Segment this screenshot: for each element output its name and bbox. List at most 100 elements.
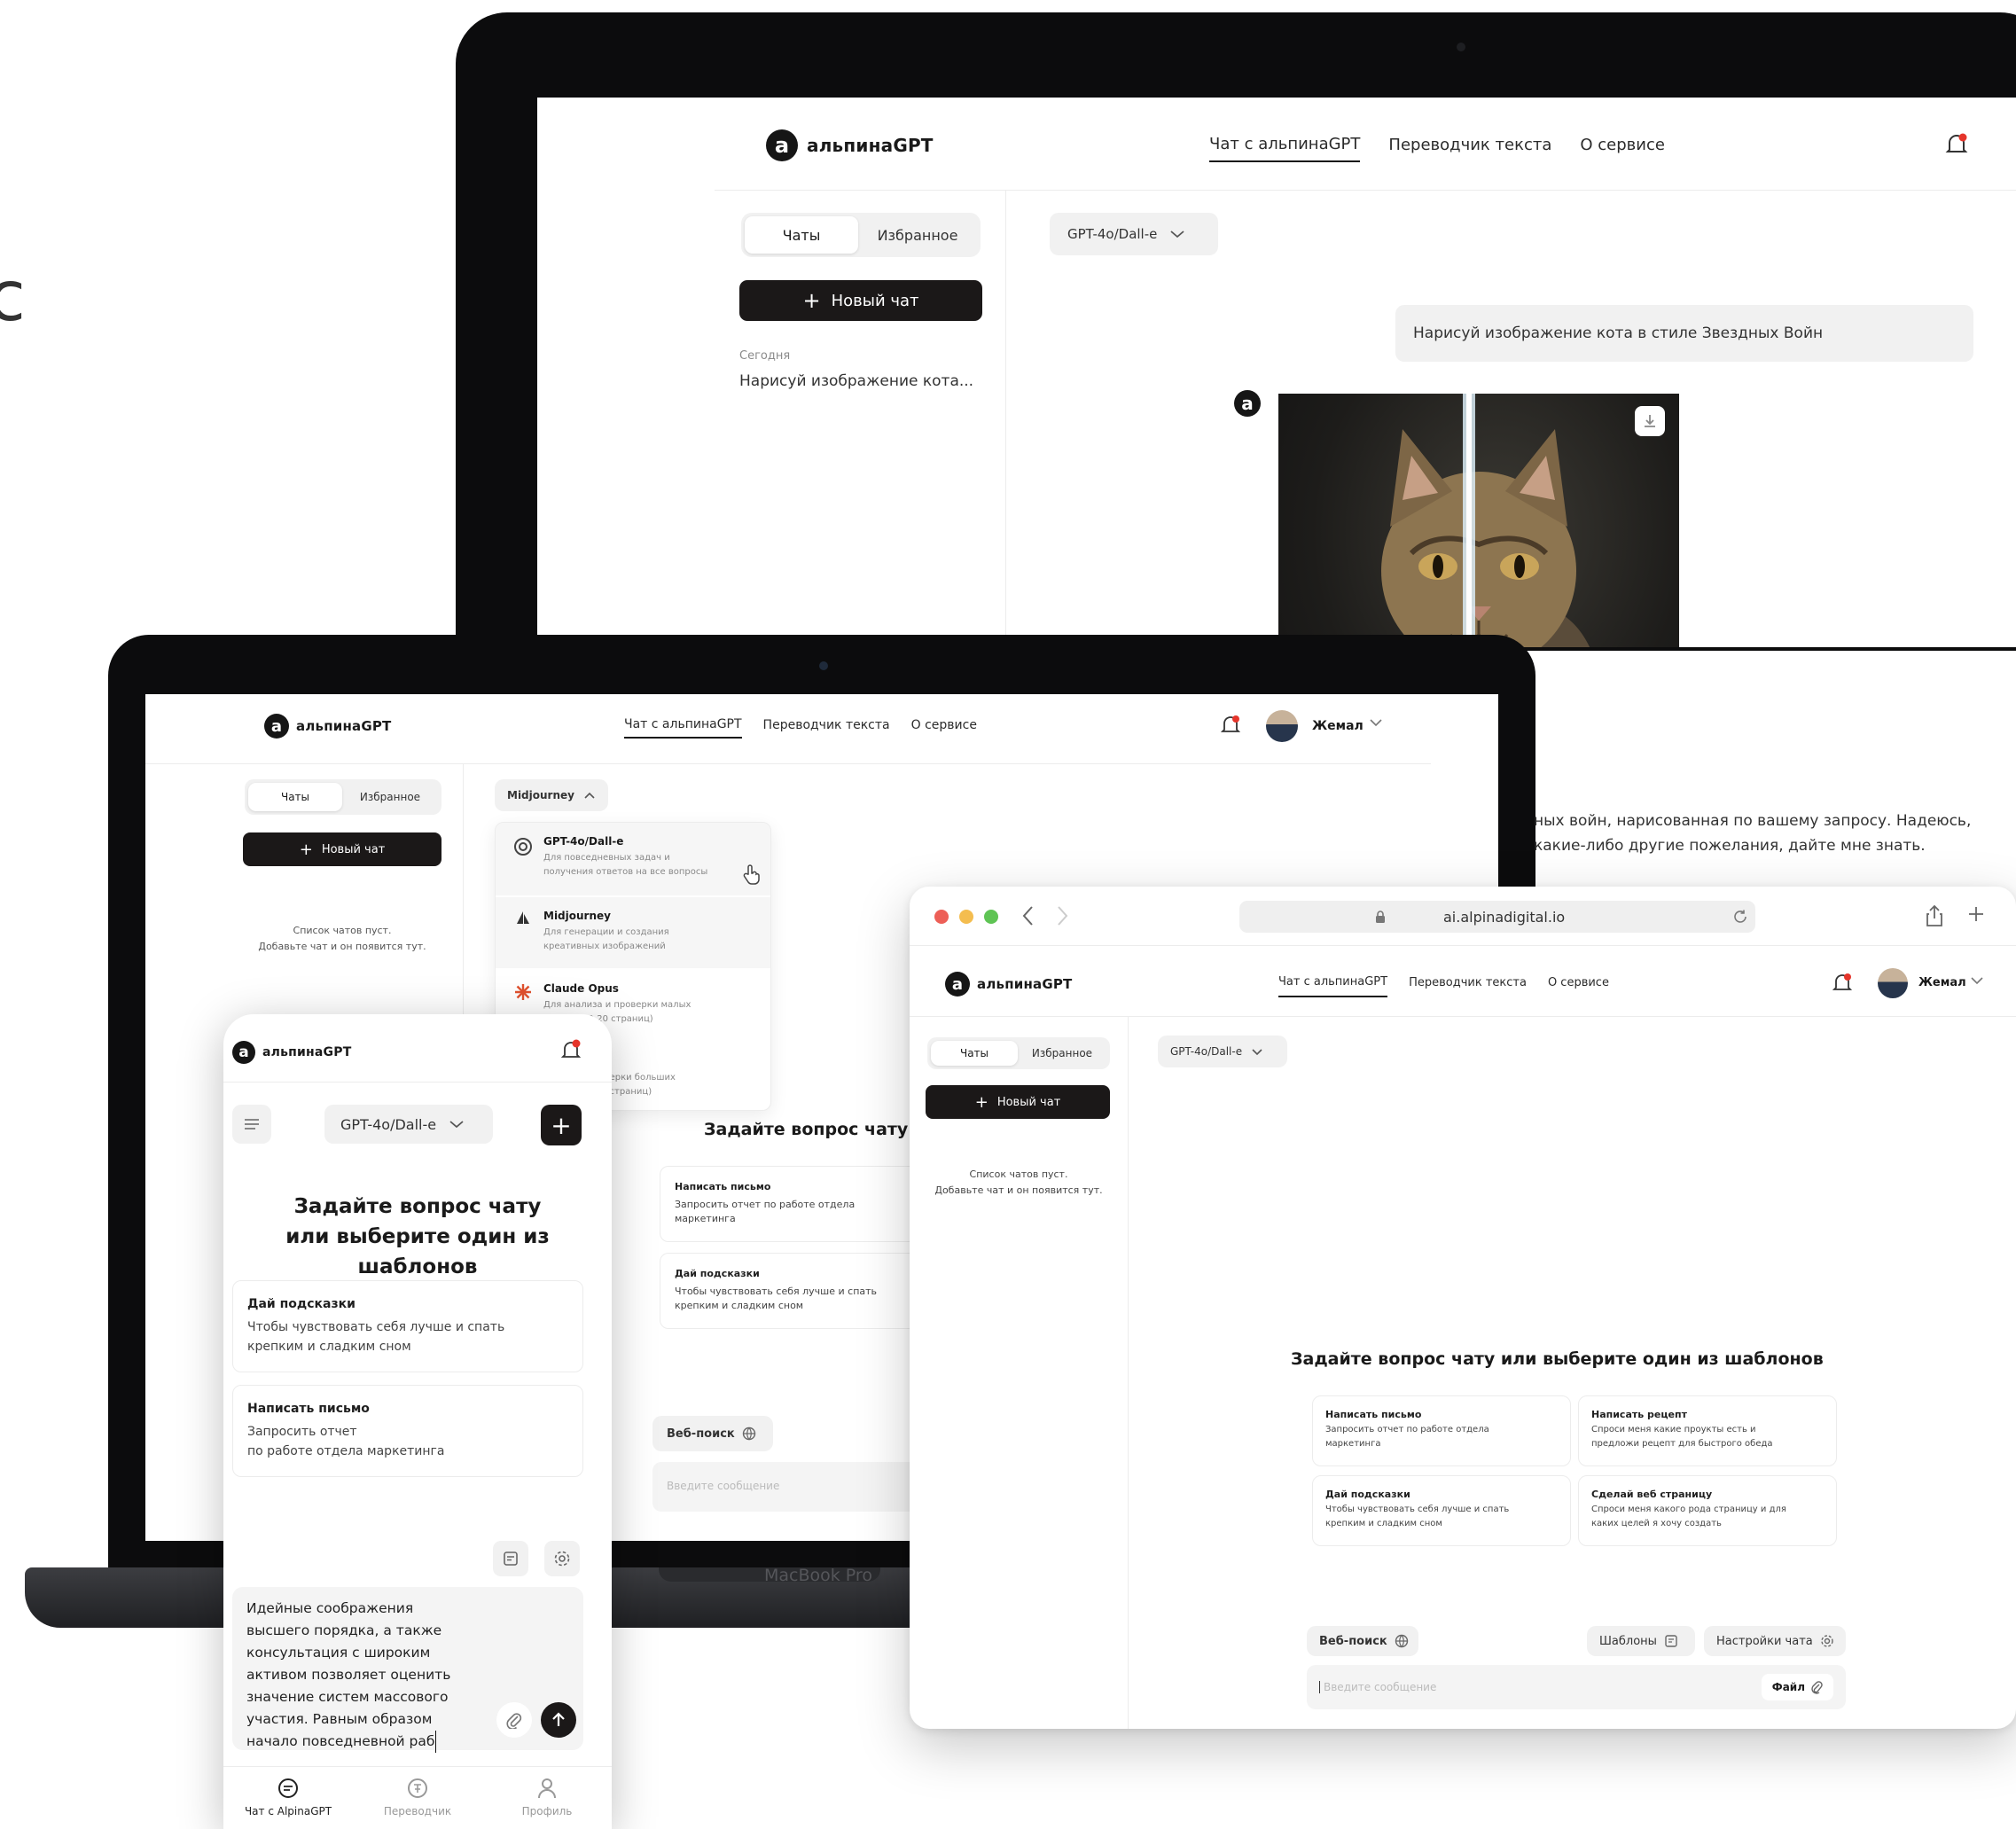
draft-line: начало повседневной раб [246,1731,437,1753]
new-chat-plus-button[interactable]: + [541,1105,582,1145]
avatar[interactable] [1878,968,1908,998]
tab-chats[interactable]: Чаты [745,216,858,254]
forward-arrow-icon[interactable] [1055,904,1069,927]
back-arrow-icon[interactable] [1021,904,1035,927]
jedi-cat-illustration [1381,394,1590,647]
reload-icon[interactable] [1732,909,1748,925]
dropdown-item-desc: Для анализа и проверки малых [543,1000,692,1010]
template-card-title: Написать письмо [247,1402,370,1416]
header-divider [145,763,1431,764]
empty-line-2: Добавьте чат и он появится тут. [934,1184,1103,1196]
model-selector-label: GPT-4o/Dall-e [1067,226,1158,242]
templates-icon[interactable] [493,1541,528,1576]
nav-translator[interactable]: Переводчик текста [1409,976,1527,997]
new-chat-button[interactable]: + Новый чат [243,832,441,866]
chat-settings-button[interactable]: Настройки чата [1704,1626,1846,1656]
menu-icon[interactable] [232,1105,271,1144]
model-selector[interactable]: Midjourney [495,779,608,811]
tabbar-item-profile[interactable]: Профиль [494,1777,600,1817]
nav-translator[interactable]: Переводчик текста [763,718,890,738]
tab-favorites[interactable]: Избранное [858,216,977,254]
web-search-button[interactable]: Веб-поиск [652,1416,773,1451]
zoom-window-button[interactable] [984,910,998,924]
generated-cat-image[interactable] [1278,394,1679,647]
minimize-window-button[interactable] [959,910,973,924]
nav-about[interactable]: О сервисе [1548,976,1609,997]
nav-chat[interactable]: Чат с альпинаGPT [624,717,742,739]
user-name[interactable]: Жемал [1312,719,1364,733]
template-card[interactable]: Написать письмо Запросить отчет по работ… [232,1385,583,1477]
model-selector[interactable]: GPT-4o/Dall-e [324,1105,493,1144]
template-card[interactable]: Дай подсказки Чтобы чувствовать себя луч… [1312,1475,1571,1546]
template-card[interactable]: Дай подсказки Чтобы чувствовать себя луч… [232,1280,583,1372]
avatar[interactable] [1266,710,1298,742]
template-card[interactable]: Написать письмо Запросить отчет по работ… [1312,1395,1571,1466]
logo-mark: a [945,972,970,997]
draft-line: участия. Равным образом [246,1711,433,1727]
sidebar-tabs: Чаты Избранное [927,1037,1110,1069]
user-name[interactable]: Жемал [1918,976,1966,989]
templates-button[interactable]: Шаблоны [1587,1626,1695,1656]
brand-logo[interactable]: a альпинаGPT [232,1041,351,1064]
nav-about[interactable]: О сервисе [911,718,977,738]
dropdown-item-name: GPT-4o/Dall-e [543,835,624,848]
close-window-button[interactable] [934,910,949,924]
model-selector[interactable]: GPT-4o/Dall-e [1050,213,1218,255]
chevron-down-icon [1251,1047,1263,1056]
download-icon[interactable] [1635,406,1665,436]
tab-favorites[interactable]: Избранное [1018,1041,1106,1066]
template-card[interactable]: Написать письмо Запросить отчет по работ… [660,1166,943,1242]
brand-logo[interactable]: a альпинаGPT [766,129,934,161]
brand-logo[interactable]: a альпинаGPT [945,972,1073,997]
address-bar[interactable]: ai.alpinadigital.io [1239,901,1755,933]
brand-logo[interactable]: a альпинаGPT [264,714,392,739]
tab-chats[interactable]: Чаты [248,783,342,811]
gear-icon[interactable] [544,1541,580,1576]
plus-icon: + [299,840,313,859]
dropdown-item-gpt[interactable]: GPT-4o/Dall-e Для повседневных задач и п… [496,823,770,895]
model-selector[interactable]: GPT-4o/Dall-e [1158,1036,1287,1067]
message-input[interactable]: Идейные соображения высшего порядка, а т… [232,1587,583,1753]
share-icon[interactable] [1926,904,1943,927]
new-tab-icon[interactable] [1966,904,1986,924]
paperclip-icon[interactable] [496,1702,532,1738]
tabbar-item-translator[interactable]: Переводчик [364,1777,471,1817]
new-chat-button[interactable]: + Новый чат [739,280,982,321]
tab-favorites[interactable]: Избранное [342,783,438,811]
chevron-down-icon[interactable] [1970,975,1984,986]
message-input[interactable]: Введите сообщение [652,1462,954,1512]
logo-mark: a [264,714,289,739]
nav-translator[interactable]: Переводчик текста [1388,136,1551,161]
header-divider [223,1082,612,1083]
main-heading: Задайте вопрос чату или выберите один из… [1291,1349,1824,1369]
template-card[interactable]: Дай подсказки Чтобы чувствовать себя луч… [660,1253,943,1329]
template-card-desc: по работе отдела маркетинга [247,1444,445,1458]
nav-chat[interactable]: Чат с альпинаGPT [1209,135,1361,162]
send-arrow-icon[interactable] [541,1702,576,1738]
tabbar-item-chat[interactable]: Чат с AlpinaGPT [235,1777,341,1817]
template-card[interactable]: Написать рецепт Спроси меня какие проукт… [1578,1395,1837,1466]
bell-icon[interactable] [559,1037,583,1064]
chevron-down-icon[interactable] [1369,717,1383,728]
nav-about[interactable]: О сервисе [1580,136,1665,161]
top-nav: Чат с альпинаGPT Переводчик текста О сер… [1278,975,1609,997]
message-input[interactable]: Введите сообщение Файл [1307,1665,1846,1709]
bell-icon[interactable] [1220,714,1241,737]
template-card-desc: маркетинга [1325,1439,1381,1449]
new-chat-button[interactable]: + Новый чат [926,1085,1110,1119]
paperclip-icon [1810,1680,1823,1694]
browser-window: ai.alpinadigital.io a альпинаGPT Чат с а… [910,887,2016,1729]
dropdown-item-midjourney[interactable]: Midjourney Для генерации и создания креа… [496,897,770,968]
bell-icon[interactable] [1943,131,1970,158]
web-search-button[interactable]: Веб-поиск [1307,1626,1418,1656]
attach-file-button[interactable]: Файл [1761,1674,1833,1700]
recent-chat-item[interactable]: Нарисуй изображение кота... [739,372,973,390]
bell-icon[interactable] [1832,972,1853,995]
nav-chat[interactable]: Чат с альпинаGPT [1278,975,1388,997]
sailboat-icon [513,910,533,929]
draft-line: Идейные соображения [246,1600,414,1616]
tab-chats[interactable]: Чаты [931,1041,1018,1066]
template-card-desc: крепким и сладким сном [247,1340,411,1354]
template-card[interactable]: Сделай веб страницу Спроси меня какого р… [1578,1475,1837,1546]
dropdown-item-desc: получения ответов на все вопросы [543,867,708,877]
